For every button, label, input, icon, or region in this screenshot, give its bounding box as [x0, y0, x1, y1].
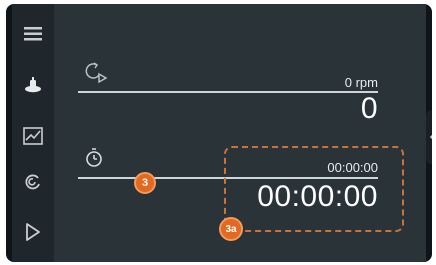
side-panel-toggle[interactable]	[426, 110, 432, 164]
callout-badge: 3a	[219, 217, 243, 241]
stopwatch-icon	[86, 148, 102, 167]
callout-badge: 3	[134, 172, 156, 194]
sidebar-item-stirrer[interactable]	[12, 66, 54, 106]
sidebar-item-play[interactable]	[12, 212, 54, 252]
speed-separator	[78, 91, 378, 93]
sidebar-item-menu[interactable]	[12, 14, 54, 54]
speed-value[interactable]: 0	[361, 92, 378, 126]
chevron-left-icon	[429, 134, 432, 140]
speed-setpoint: 0 rpm	[344, 75, 378, 90]
rotation-play-icon	[85, 62, 108, 84]
cycle-icon	[25, 174, 40, 190]
play-icon	[26, 223, 40, 241]
sidebar-item-cycle[interactable]	[12, 162, 54, 202]
device-screen: 0 rpm 0 00:00:00 00:00:00 3 3a	[6, 4, 432, 262]
sidebar	[12, 4, 54, 262]
main-panel: 0 rpm 0 00:00:00 00:00:00 3 3a	[54, 4, 426, 262]
sidebar-item-chart[interactable]	[12, 116, 54, 156]
chart-icon	[23, 127, 43, 145]
timer-highlight-box	[224, 146, 404, 232]
stirrer-icon	[25, 77, 41, 93]
menu-icon	[24, 27, 42, 41]
